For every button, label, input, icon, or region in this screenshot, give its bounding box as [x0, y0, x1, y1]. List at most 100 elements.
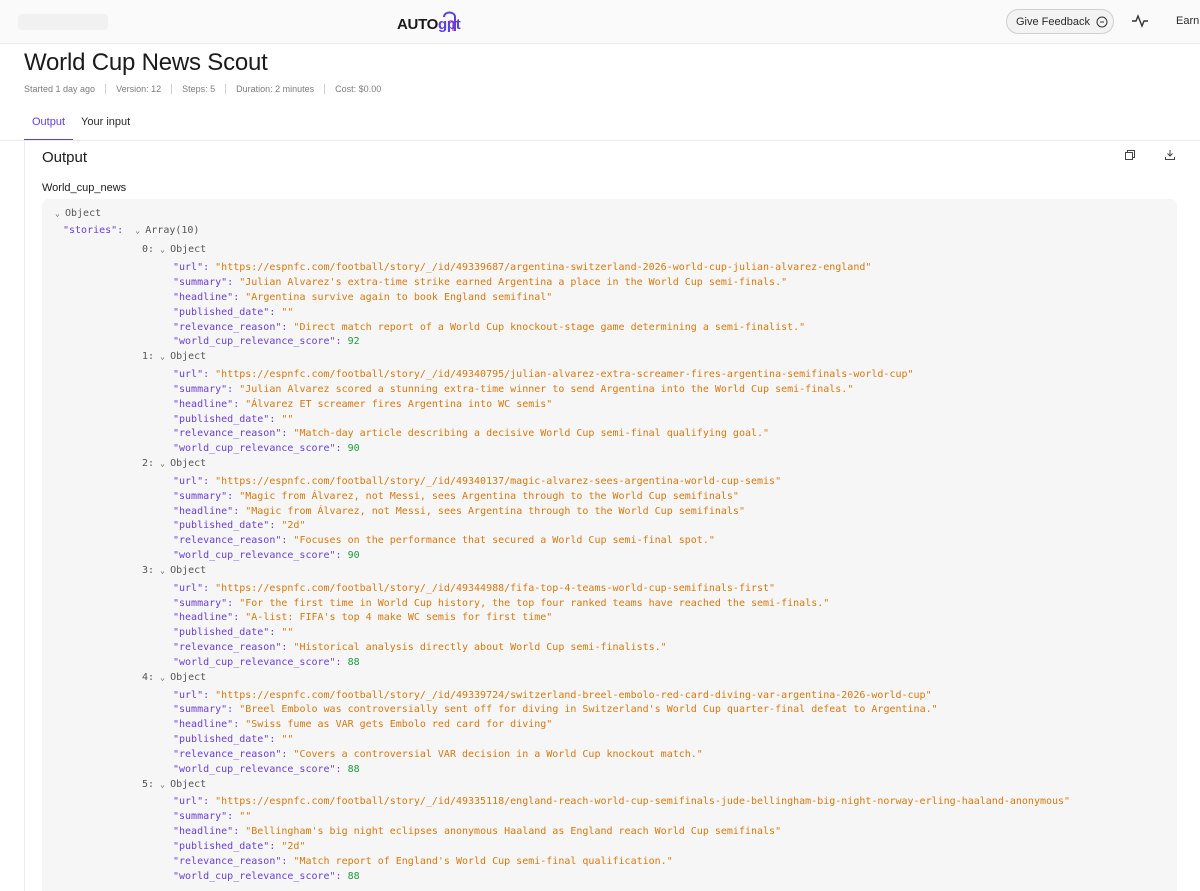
json-stories-row: "stories": ⌄ Array(10): [63, 224, 199, 239]
json-field-row: "url": "https://espnfc.com/football/stor…: [173, 475, 781, 490]
json-field-row: "headline": "Argentina survive again to …: [173, 291, 552, 306]
json-field-row: "summary": "Breel Embolo was controversi…: [173, 703, 938, 718]
tab-output[interactable]: Output: [24, 110, 74, 141]
json-key: "headline":: [173, 505, 240, 517]
json-index: 0:: [142, 244, 155, 255]
json-key: "url":: [173, 796, 210, 808]
json-object-toggle[interactable]: ⌄ Object: [160, 244, 206, 255]
json-value: "Álvarez ET screamer fires Argentina int…: [245, 398, 553, 410]
json-key: "published_date":: [173, 734, 276, 746]
json-key: "published_date":: [173, 841, 276, 853]
top-bar: AUTOgpt Give Feedback Earn: [0, 0, 1200, 44]
json-field-row: "summary": "Julian Alvarez scored a stun…: [173, 383, 853, 398]
meta-divider: [105, 84, 107, 94]
json-object-toggle[interactable]: ⌄ Object: [160, 672, 206, 683]
json-index: 2:: [142, 457, 155, 469]
tab-bar: Output Your input: [24, 110, 138, 141]
json-story-header: 2: ⌄ Object: [142, 457, 206, 472]
json-value: 88: [347, 764, 360, 775]
meta-steps: Steps: 5: [182, 84, 216, 94]
chevron-down-icon: ⌄: [160, 351, 165, 361]
json-story-header: 0: ⌄ Object: [142, 243, 206, 258]
json-key: "headline":: [173, 719, 240, 731]
json-key: "summary":: [173, 811, 234, 823]
json-index: 5:: [142, 778, 155, 790]
json-index: 1:: [142, 350, 155, 362]
json-field-row: "url": "https://espnfc.com/football/stor…: [173, 795, 1070, 810]
json-field-row: "url": "https://espnfc.com/football/stor…: [173, 368, 914, 383]
json-value: 90: [347, 443, 360, 455]
json-key: "summary":: [173, 490, 234, 502]
json-key: "world_cup_relevance_score":: [173, 443, 342, 455]
json-value: "2d": [281, 520, 306, 532]
json-field-row: "relevance_reason": "Match-day article d…: [173, 427, 769, 442]
give-feedback-label: Give Feedback: [1016, 15, 1090, 28]
download-icon[interactable]: [1164, 149, 1176, 161]
json-key: "url":: [173, 475, 210, 487]
json-type-label: Object: [65, 208, 102, 219]
autogpt-logo[interactable]: AUTOgpt: [397, 7, 467, 37]
meta-duration: Duration: 2 minutes: [236, 84, 315, 94]
earn-link[interactable]: Earn: [1176, 15, 1199, 27]
json-object-toggle[interactable]: ⌄ Object: [160, 779, 206, 790]
json-key: "url":: [173, 261, 210, 273]
json-viewer: ⌄ Object "stories": ⌄ Array(10) 0: ⌄ Object…: [42, 199, 1177, 891]
json-key: "headline":: [173, 291, 240, 303]
give-feedback-button[interactable]: Give Feedback: [1006, 9, 1114, 34]
json-value: "": [281, 413, 294, 425]
json-type-label: Object: [170, 778, 207, 790]
json-key: "headline":: [173, 612, 240, 624]
json-stories-toggle[interactable]: ⌄ Array(10): [135, 225, 199, 236]
json-object-toggle[interactable]: ⌄ Object: [160, 458, 206, 469]
json-object-toggle[interactable]: ⌄ Object: [160, 565, 206, 576]
json-value: "Magic from Álvarez, not Messi, sees Arg…: [245, 505, 745, 517]
json-field-row: "relevance_reason": "Covers a controvers…: [173, 748, 703, 763]
chevron-down-icon: ⌄: [160, 245, 165, 254]
json-value: "https://espnfc.com/football/story/_/id/…: [215, 368, 914, 380]
json-value: "Historical analysis directly about Worl…: [293, 642, 667, 654]
json-key: "published_date":: [173, 520, 276, 532]
json-object-toggle[interactable]: ⌄ Object: [160, 351, 206, 362]
json-value: "Direct match report of a World Cup knoc…: [293, 321, 806, 333]
json-field-row: "headline": "Bellingham's big night ecli…: [173, 825, 781, 840]
chevron-down-icon: ⌄: [160, 458, 165, 468]
chevron-down-icon: ⌄: [160, 672, 165, 682]
json-key: "published_date":: [173, 627, 276, 639]
json-value: 88: [347, 657, 360, 669]
json-value: "Julian Alvarez's extra-time strike earn…: [239, 276, 788, 288]
json-value: "https://espnfc.com/football/story/_/id/…: [215, 689, 932, 701]
json-key: "relevance_reason":: [173, 749, 288, 761]
json-key: "url":: [173, 368, 210, 380]
json-value: "Swiss fume as VAR gets Embolo red card …: [245, 719, 553, 731]
json-field-row: "summary": "Magic from Álvarez, not Mess…: [173, 490, 739, 505]
json-value: "https://espnfc.com/football/story/_/id/…: [215, 582, 776, 594]
json-value: "Magic from Álvarez, not Messi, sees Arg…: [239, 490, 739, 502]
chevron-down-icon: ⌄: [55, 209, 60, 218]
chevron-down-icon: ⌄: [160, 779, 165, 789]
json-key: "world_cup_relevance_score":: [173, 336, 342, 348]
json-story-header: 3: ⌄ Object: [142, 564, 206, 579]
json-key: "stories":: [63, 225, 124, 236]
json-field-row: "summary": "For the first time in World …: [173, 597, 829, 612]
activity-icon[interactable]: [1131, 12, 1149, 30]
json-value: "Bellingham's big night eclipses anonymo…: [245, 826, 782, 838]
json-key: "headline":: [173, 826, 240, 838]
json-key: "world_cup_relevance_score":: [173, 870, 342, 882]
json-story-header: 5: ⌄ Object: [142, 778, 206, 793]
tab-your-input[interactable]: Your input: [73, 110, 138, 141]
json-field-row: "published_date": "": [173, 733, 293, 748]
json-field-row: "url": "https://espnfc.com/football/stor…: [173, 689, 932, 704]
output-panel: Output World_cup_news ⌄ Object "stories":…: [24, 141, 1200, 891]
json-root-toggle[interactable]: ⌄ Object: [55, 207, 101, 222]
json-key: "relevance_reason":: [173, 321, 288, 333]
copy-icon[interactable]: [1124, 149, 1136, 161]
json-key: "published_date":: [173, 306, 276, 318]
json-key: "relevance_reason":: [173, 856, 288, 867]
run-meta: Started 1 day ago Version: 12 Steps: 5 D…: [24, 84, 381, 94]
json-field-row: "url": "https://espnfc.com/football/stor…: [173, 582, 775, 597]
meta-version: Version: 12: [116, 84, 162, 94]
blurred-nav-area: [18, 14, 108, 30]
json-field-row: "world_cup_relevance_score": 92: [173, 335, 360, 350]
json-value: "Breel Embolo was controversially sent o…: [239, 704, 938, 716]
json-value: "": [281, 734, 294, 746]
